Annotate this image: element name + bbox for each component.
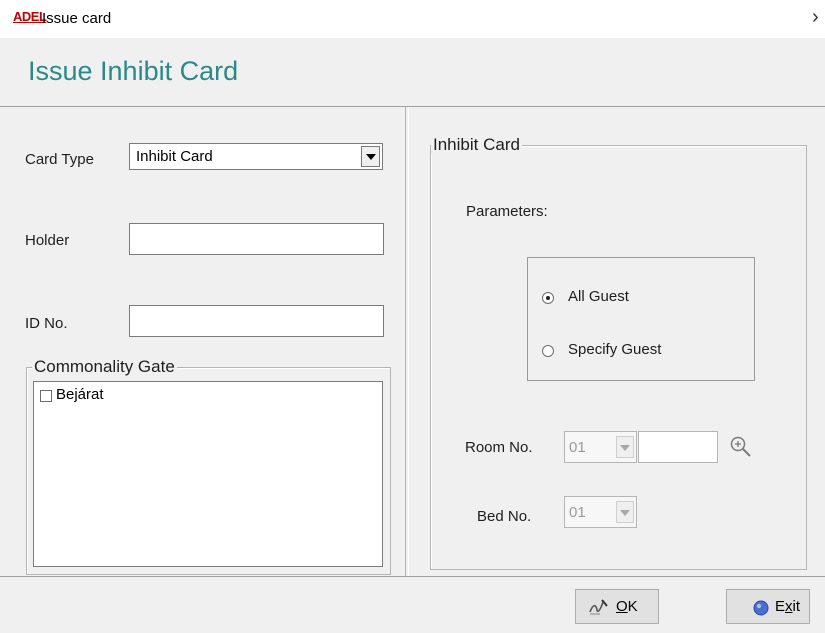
gate-item-label: Bejárat bbox=[56, 386, 104, 403]
card-type-value: Inhibit Card bbox=[136, 148, 213, 165]
bed-no-label: Bed No. bbox=[477, 508, 532, 525]
dialog-header: Issue Inhibit Card bbox=[0, 38, 825, 107]
window-title: Issue card bbox=[42, 10, 112, 27]
commonality-gate-label: Commonality Gate bbox=[32, 357, 177, 377]
title-bar: ADEL Issue card › bbox=[0, 0, 825, 38]
ok-button[interactable]: OK bbox=[575, 589, 659, 624]
room-no-value: 01 bbox=[569, 439, 586, 456]
chevron-right-icon[interactable]: › bbox=[812, 6, 819, 29]
all-guest-radio[interactable] bbox=[542, 292, 554, 304]
exit-button[interactable]: Exit bbox=[726, 589, 810, 624]
bed-dropdown-button[interactable] bbox=[616, 501, 634, 523]
holder-input[interactable] bbox=[129, 223, 384, 255]
card-type-label: Card Type bbox=[25, 151, 94, 168]
radio-selected-dot bbox=[546, 296, 550, 300]
chevron-down-icon bbox=[366, 154, 376, 160]
dropdown-button[interactable] bbox=[361, 146, 380, 167]
room-dropdown-button[interactable] bbox=[616, 436, 634, 458]
sign-pen-icon bbox=[589, 599, 608, 615]
bejarat-checkbox[interactable] bbox=[40, 390, 52, 402]
gate-list[interactable]: Bejárat bbox=[33, 381, 383, 567]
room-text-input[interactable] bbox=[638, 431, 718, 463]
specify-guest-label[interactable]: Specify Guest bbox=[568, 341, 661, 358]
footer-divider bbox=[0, 576, 825, 577]
bed-no-value: 01 bbox=[569, 504, 586, 521]
exit-icon bbox=[753, 600, 769, 616]
chevron-down-icon bbox=[620, 445, 630, 451]
exit-label: Exit bbox=[775, 598, 801, 615]
page-title: Issue Inhibit Card bbox=[28, 56, 239, 86]
chevron-down-icon bbox=[620, 510, 630, 516]
bed-no-select[interactable]: 01 bbox=[564, 496, 637, 528]
ok-label: OK bbox=[616, 598, 638, 615]
room-no-select[interactable]: 01 bbox=[564, 431, 637, 463]
room-no-label: Room No. bbox=[465, 439, 533, 456]
id-label: ID No. bbox=[25, 315, 68, 332]
parameters-box bbox=[527, 257, 755, 381]
card-type-select[interactable]: Inhibit Card bbox=[129, 143, 383, 170]
specify-guest-radio[interactable] bbox=[542, 345, 554, 357]
holder-label: Holder bbox=[25, 232, 70, 249]
zoom-in-icon[interactable] bbox=[729, 435, 753, 459]
inhibit-card-label: Inhibit Card bbox=[431, 135, 522, 155]
parameters-label: Parameters: bbox=[466, 203, 548, 220]
id-input[interactable] bbox=[129, 305, 384, 337]
all-guest-label[interactable]: All Guest bbox=[568, 288, 629, 305]
panel-divider bbox=[405, 107, 409, 577]
